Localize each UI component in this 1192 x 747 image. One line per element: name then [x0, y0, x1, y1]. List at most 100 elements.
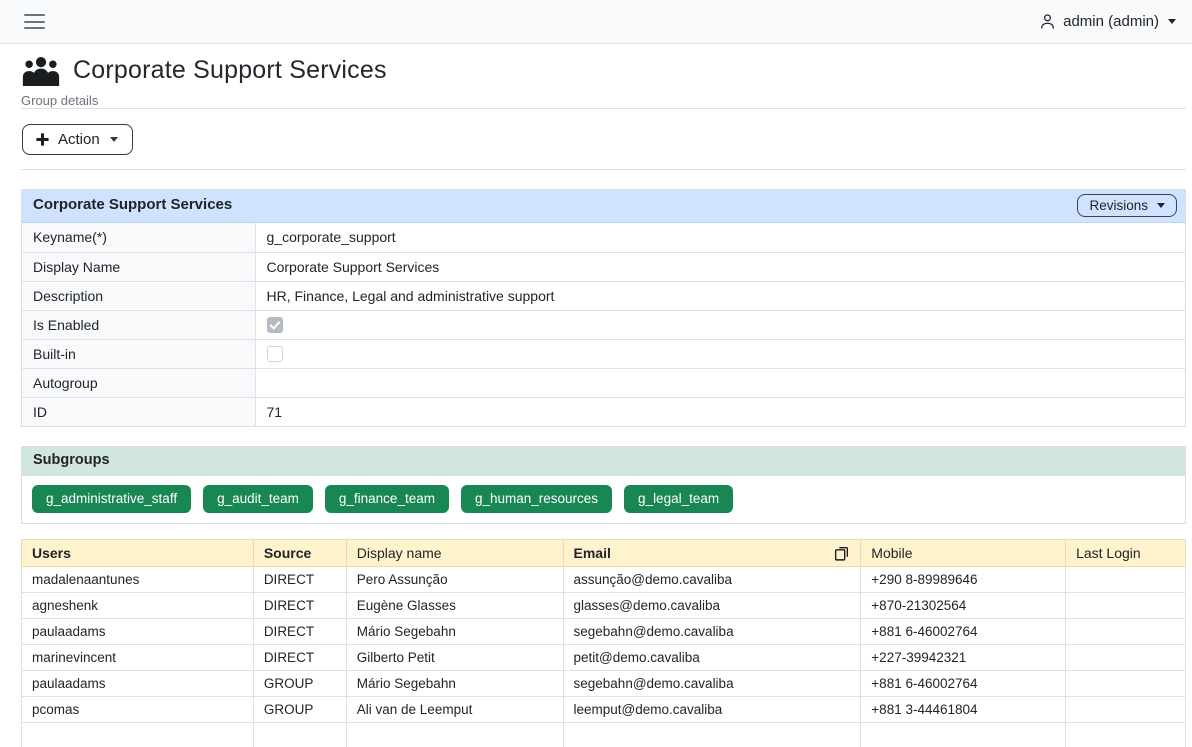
- subgroups-panel: Subgroups g_administrative_staff g_audit…: [21, 446, 1186, 524]
- column-header-last-login: Last Login: [1066, 540, 1186, 567]
- page-header: Corporate Support Services Group details: [21, 44, 1186, 108]
- subgroup-button[interactable]: g_human_resources: [461, 485, 612, 513]
- person-icon: [1039, 13, 1056, 30]
- main-content: Corporate Support Services Group details…: [0, 44, 1192, 747]
- people-group-icon: [21, 55, 61, 86]
- cell-last-login: [1066, 619, 1186, 645]
- column-header-email: Email: [563, 540, 861, 567]
- cell-mobile: +881 3-44461804: [861, 697, 1066, 723]
- cell-source: DIRECT: [253, 645, 346, 671]
- revisions-button-label: Revisions: [1089, 198, 1148, 213]
- subgroup-button[interactable]: g_administrative_staff: [32, 485, 191, 513]
- field-value-id: 71: [255, 397, 1185, 426]
- cell-source: GROUP: [253, 671, 346, 697]
- field-label-description: Description: [22, 281, 255, 310]
- cell-mobile: +881 6-46002764: [861, 671, 1066, 697]
- subgroup-button[interactable]: g_finance_team: [325, 485, 449, 513]
- subgroup-button[interactable]: g_legal_team: [624, 485, 733, 513]
- table-row: Description HR, Finance, Legal and admin…: [22, 281, 1185, 310]
- field-label-keyname: Keyname(*): [22, 223, 255, 252]
- column-header-email-label: Email: [574, 545, 611, 561]
- group-panel-header: Corporate Support Services Revisions: [22, 190, 1185, 223]
- table-row[interactable]: marinevincent DIRECT Gilberto Petit peti…: [22, 645, 1186, 671]
- user-menu[interactable]: admin (admin): [1039, 13, 1176, 30]
- page-title: Corporate Support Services: [73, 56, 387, 85]
- cell-source: DIRECT: [253, 619, 346, 645]
- group-details-panel: Corporate Support Services Revisions Key…: [21, 189, 1186, 427]
- cell-email: segebahn@demo.cavaliba: [563, 671, 861, 697]
- subgroups-list: g_administrative_staff g_audit_team g_fi…: [22, 476, 1185, 523]
- page-subtitle: Group details: [21, 93, 1186, 108]
- cell-email: leemput@demo.cavaliba: [563, 697, 861, 723]
- cell-display-name: Eugène Glasses: [346, 593, 563, 619]
- divider: [21, 169, 1186, 170]
- column-header-mobile: Mobile: [861, 540, 1066, 567]
- column-header-users: Users: [22, 540, 254, 567]
- users-table: Users Source Display name Email Mo: [21, 539, 1186, 747]
- table-row: Keyname(*) g_corporate_support: [22, 223, 1185, 252]
- cell-display-name: Mário Segebahn: [346, 619, 563, 645]
- action-button[interactable]: Action: [22, 124, 133, 155]
- field-label-built-in: Built-in: [22, 339, 255, 368]
- revisions-button[interactable]: Revisions: [1077, 194, 1177, 217]
- table-row[interactable]: paulaadams GROUP Mário Segebahn segebahn…: [22, 671, 1186, 697]
- cell-mobile: +227-39942321: [861, 645, 1066, 671]
- cell-username: paulaadams: [22, 671, 254, 697]
- cell-display-name: Mário Segebahn: [346, 671, 563, 697]
- cell-username: agneshenk: [22, 593, 254, 619]
- user-menu-label: admin (admin): [1063, 13, 1159, 30]
- cell-source: GROUP: [253, 697, 346, 723]
- field-label-is-enabled: Is Enabled: [22, 310, 255, 339]
- cell-last-login: [1066, 567, 1186, 593]
- field-value-is-enabled: [255, 310, 1185, 339]
- cell-email: segebahn@demo.cavaliba: [563, 619, 861, 645]
- cell-display-name: Gilberto Petit: [346, 645, 563, 671]
- cell-last-login: [1066, 593, 1186, 619]
- table-row: ID 71: [22, 397, 1185, 426]
- plus-icon: [35, 132, 50, 147]
- cell-mobile: +290 8-89989646: [861, 567, 1066, 593]
- column-header-source: Source: [253, 540, 346, 567]
- field-value-autogroup: [255, 368, 1185, 397]
- copy-icon[interactable]: [833, 545, 850, 562]
- table-row[interactable]: madalenaantunes DIRECT Pero Assunção ass…: [22, 567, 1186, 593]
- cell-display-name: Pero Assunção: [346, 567, 563, 593]
- table-row[interactable]: paulaadams DIRECT Mário Segebahn segebah…: [22, 619, 1186, 645]
- field-value-description: HR, Finance, Legal and administrative su…: [255, 281, 1185, 310]
- cell-mobile: +870-21302564: [861, 593, 1066, 619]
- table-row: Display Name Corporate Support Services: [22, 252, 1185, 281]
- action-button-label: Action: [58, 131, 100, 148]
- users-table-body: madalenaantunes DIRECT Pero Assunção ass…: [22, 567, 1186, 747]
- field-value-built-in: [255, 339, 1185, 368]
- topbar: admin (admin): [0, 0, 1192, 44]
- column-header-display-name: Display name: [346, 540, 563, 567]
- action-toolbar: Action: [21, 109, 1186, 169]
- cell-username: marinevincent: [22, 645, 254, 671]
- cell-source: DIRECT: [253, 593, 346, 619]
- table-row: Is Enabled: [22, 310, 1185, 339]
- cell-email: petit@demo.cavaliba: [563, 645, 861, 671]
- table-row: Built-in: [22, 339, 1185, 368]
- subgroups-panel-header: Subgroups: [22, 447, 1185, 476]
- field-value-display-name: Corporate Support Services: [255, 252, 1185, 281]
- is-enabled-checkbox: [267, 317, 283, 333]
- table-row[interactable]: [22, 723, 1186, 747]
- cell-username: pcomas: [22, 697, 254, 723]
- cell-last-login: [1066, 671, 1186, 697]
- table-row[interactable]: pcomas GROUP Ali van de Leemput leemput@…: [22, 697, 1186, 723]
- chevron-down-icon: [1168, 19, 1176, 24]
- table-row: Autogroup: [22, 368, 1185, 397]
- cell-last-login: [1066, 645, 1186, 671]
- cell-email: glasses@demo.cavaliba: [563, 593, 861, 619]
- cell-display-name: Ali van de Leemput: [346, 697, 563, 723]
- cell-username: paulaadams: [22, 619, 254, 645]
- users-table-header-row: Users Source Display name Email Mo: [22, 540, 1186, 567]
- subgroup-button[interactable]: g_audit_team: [203, 485, 313, 513]
- cell-email: assunção@demo.cavaliba: [563, 567, 861, 593]
- hamburger-menu-icon[interactable]: [24, 14, 45, 29]
- built-in-checkbox: [267, 346, 283, 362]
- table-row[interactable]: agneshenk DIRECT Eugène Glasses glasses@…: [22, 593, 1186, 619]
- cell-last-login: [1066, 697, 1186, 723]
- chevron-down-icon: [110, 137, 118, 142]
- field-label-display-name: Display Name: [22, 252, 255, 281]
